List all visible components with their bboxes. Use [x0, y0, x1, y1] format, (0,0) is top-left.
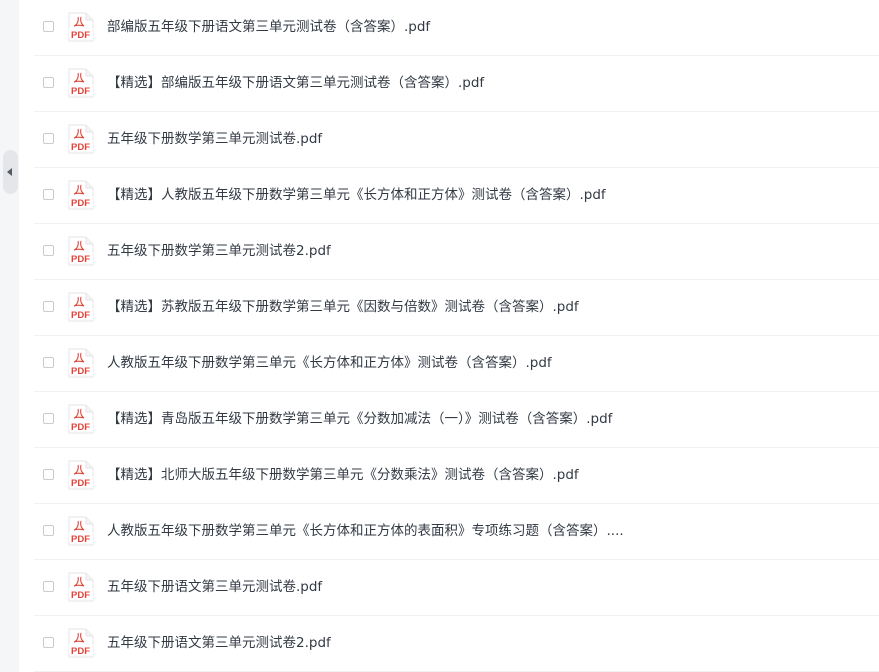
- pdf-icon-label: PDF: [71, 478, 90, 489]
- file-row[interactable]: PDF 【精选】青岛版五年级下册数学第三单元《分数加减法（一）》测试卷（含答案）…: [34, 392, 879, 448]
- pdf-icon-label: PDF: [71, 590, 90, 601]
- sidebar-collapse-button[interactable]: [3, 150, 18, 194]
- pdf-icon-label: PDF: [71, 254, 90, 265]
- pdf-icon: PDF: [68, 292, 94, 322]
- file-checkbox[interactable]: [43, 469, 54, 480]
- file-row[interactable]: PDF 五年级下册数学第三单元测试卷.pdf: [34, 112, 879, 168]
- file-row[interactable]: PDF 人教版五年级下册数学第三单元《长方体和正方体的表面积》专项练习题（含答案…: [34, 504, 879, 560]
- file-row[interactable]: PDF 【精选】北师大版五年级下册数学第三单元《分数乘法》测试卷（含答案）.pd…: [34, 448, 879, 504]
- pdf-icon: PDF: [68, 124, 94, 154]
- file-name[interactable]: 五年级下册数学第三单元测试卷.pdf: [107, 129, 322, 149]
- pdf-icon-label: PDF: [71, 534, 90, 545]
- caret-left-icon: [7, 168, 12, 176]
- file-checkbox[interactable]: [43, 77, 54, 88]
- file-row[interactable]: PDF 五年级下册数学第三单元测试卷2.pdf: [34, 224, 879, 280]
- file-row[interactable]: PDF 【精选】人教版五年级下册数学第三单元《长方体和正方体》测试卷（含答案）.…: [34, 168, 879, 224]
- file-row[interactable]: PDF 【精选】部编版五年级下册语文第三单元测试卷（含答案）.pdf: [34, 56, 879, 112]
- pdf-icon: PDF: [68, 236, 94, 266]
- pdf-icon-label: PDF: [71, 142, 90, 153]
- file-row[interactable]: PDF 五年级下册语文第三单元测试卷2.pdf: [34, 616, 879, 672]
- pdf-icon: PDF: [68, 572, 94, 602]
- file-checkbox[interactable]: [43, 581, 54, 592]
- pdf-icon: PDF: [68, 180, 94, 210]
- file-name[interactable]: 五年级下册数学第三单元测试卷2.pdf: [107, 241, 331, 261]
- pdf-icon: PDF: [68, 348, 94, 378]
- file-checkbox[interactable]: [43, 301, 54, 312]
- file-name[interactable]: 部编版五年级下册语文第三单元测试卷（含答案）.pdf: [107, 17, 430, 37]
- file-name[interactable]: 【精选】部编版五年级下册语文第三单元测试卷（含答案）.pdf: [107, 73, 484, 93]
- pdf-icon: PDF: [68, 404, 94, 434]
- pdf-icon: PDF: [68, 516, 94, 546]
- file-name[interactable]: 【精选】人教版五年级下册数学第三单元《长方体和正方体》测试卷（含答案）.pdf: [107, 185, 606, 205]
- file-checkbox[interactable]: [43, 413, 54, 424]
- file-checkbox[interactable]: [43, 525, 54, 536]
- file-name[interactable]: 【精选】苏教版五年级下册数学第三单元《因数与倍数》测试卷（含答案）.pdf: [107, 297, 579, 317]
- file-checkbox[interactable]: [43, 357, 54, 368]
- file-row[interactable]: PDF 部编版五年级下册语文第三单元测试卷（含答案）.pdf: [34, 0, 879, 56]
- file-name[interactable]: 人教版五年级下册数学第三单元《长方体和正方体》测试卷（含答案）.pdf: [107, 353, 552, 373]
- pdf-icon-label: PDF: [71, 646, 90, 657]
- file-list: PDF 部编版五年级下册语文第三单元测试卷（含答案）.pdf PDF 【精选】部…: [34, 0, 879, 672]
- file-name[interactable]: 五年级下册语文第三单元测试卷2.pdf: [107, 633, 331, 653]
- pdf-icon-label: PDF: [71, 422, 90, 433]
- file-checkbox[interactable]: [43, 637, 54, 648]
- left-rail: [0, 0, 19, 672]
- file-checkbox[interactable]: [43, 245, 54, 256]
- pdf-icon-label: PDF: [71, 366, 90, 377]
- file-name[interactable]: 【精选】北师大版五年级下册数学第三单元《分数乘法》测试卷（含答案）.pdf: [107, 465, 579, 485]
- pdf-icon: PDF: [68, 628, 94, 658]
- file-name[interactable]: 五年级下册语文第三单元测试卷.pdf: [107, 577, 322, 597]
- pdf-icon-label: PDF: [71, 30, 90, 41]
- file-row[interactable]: PDF 人教版五年级下册数学第三单元《长方体和正方体》测试卷（含答案）.pdf: [34, 336, 879, 392]
- file-name[interactable]: 【精选】青岛版五年级下册数学第三单元《分数加减法（一）》测试卷（含答案）.pdf: [107, 409, 612, 429]
- file-row[interactable]: PDF 【精选】苏教版五年级下册数学第三单元《因数与倍数》测试卷（含答案）.pd…: [34, 280, 879, 336]
- pdf-icon: PDF: [68, 12, 94, 42]
- file-name[interactable]: 人教版五年级下册数学第三单元《长方体和正方体的表面积》专项练习题（含答案）...…: [107, 521, 624, 541]
- file-checkbox[interactable]: [43, 189, 54, 200]
- file-checkbox[interactable]: [43, 133, 54, 144]
- pdf-icon-label: PDF: [71, 198, 90, 209]
- pdf-icon-label: PDF: [71, 86, 90, 97]
- file-checkbox[interactable]: [43, 21, 54, 32]
- pdf-icon: PDF: [68, 460, 94, 490]
- pdf-icon: PDF: [68, 68, 94, 98]
- pdf-icon-label: PDF: [71, 310, 90, 321]
- file-row[interactable]: PDF 五年级下册语文第三单元测试卷.pdf: [34, 560, 879, 616]
